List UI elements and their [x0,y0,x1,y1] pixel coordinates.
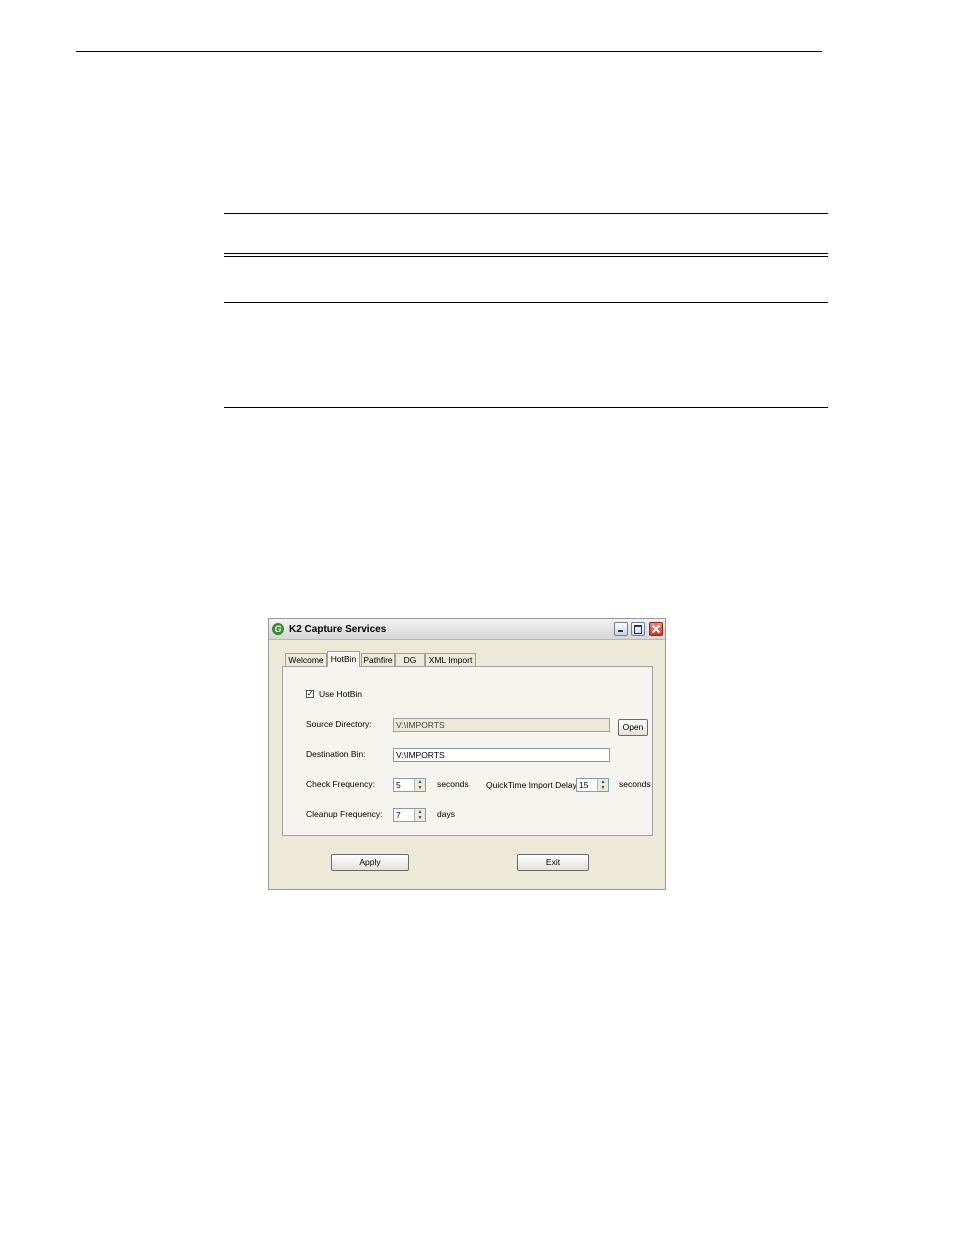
spin-arrows-icon[interactable]: ▲ ▼ [414,779,425,791]
window-title: K2 Capture Services [289,624,387,635]
table-rule-4 [224,407,828,408]
source-directory-field[interactable]: V:\IMPORTS [393,718,610,732]
source-directory-label: Source Directory: [306,719,372,729]
hotbin-panel: ✓ Use HotBin Source Directory: V:\IMPORT… [282,666,653,836]
title-bar[interactable]: G K2 Capture Services [269,619,665,640]
tab-pathfire[interactable]: Pathfire [361,653,395,666]
spin-arrows-icon[interactable]: ▲ ▼ [414,809,425,821]
app-logo-icon: G [272,623,284,635]
header-rule [76,51,822,52]
tab-welcome[interactable]: Welcome [285,653,327,666]
close-icon[interactable] [649,622,663,636]
destination-bin-field[interactable]: V:\IMPORTS [393,748,610,762]
table-rule-1 [224,213,828,214]
destination-bin-label: Destination Bin: [306,749,366,759]
tab-xml-import[interactable]: XML Import [425,653,476,666]
use-hotbin-checkbox[interactable]: ✓ [306,690,314,698]
quicktime-import-delay-unit: seconds [619,779,651,789]
use-hotbin-label: Use HotBin [319,689,362,699]
tab-dg[interactable]: DG [395,653,425,666]
quicktime-import-delay-stepper[interactable]: 15 ▲ ▼ [576,778,609,792]
table-rule-3 [224,302,828,303]
cleanup-frequency-stepper[interactable]: 7 ▲ ▼ [393,808,426,822]
apply-button[interactable]: Apply [331,854,409,871]
cleanup-frequency-value: 7 [396,810,401,820]
check-frequency-label: Check Frequency: [306,779,375,789]
check-frequency-unit: seconds [437,779,469,789]
check-frequency-stepper[interactable]: 5 ▲ ▼ [393,778,426,792]
k2-capture-services-window: G K2 Capture Services Welcome HotBin Pat… [268,618,666,890]
quicktime-import-delay-label: QuickTime Import Delay [486,780,577,790]
table-rule-2 [224,253,828,257]
open-button[interactable]: Open [618,719,648,736]
exit-button[interactable]: Exit [517,854,589,871]
quicktime-import-delay-value: 15 [579,780,589,790]
spin-arrows-icon[interactable]: ▲ ▼ [597,779,608,791]
minimize-icon[interactable] [614,622,628,636]
maximize-icon[interactable] [631,622,645,636]
check-frequency-value: 5 [396,780,401,790]
tab-hotbin[interactable]: HotBin [327,651,360,667]
cleanup-frequency-label: Cleanup Frequency: [306,809,383,819]
cleanup-frequency-unit: days [437,809,455,819]
